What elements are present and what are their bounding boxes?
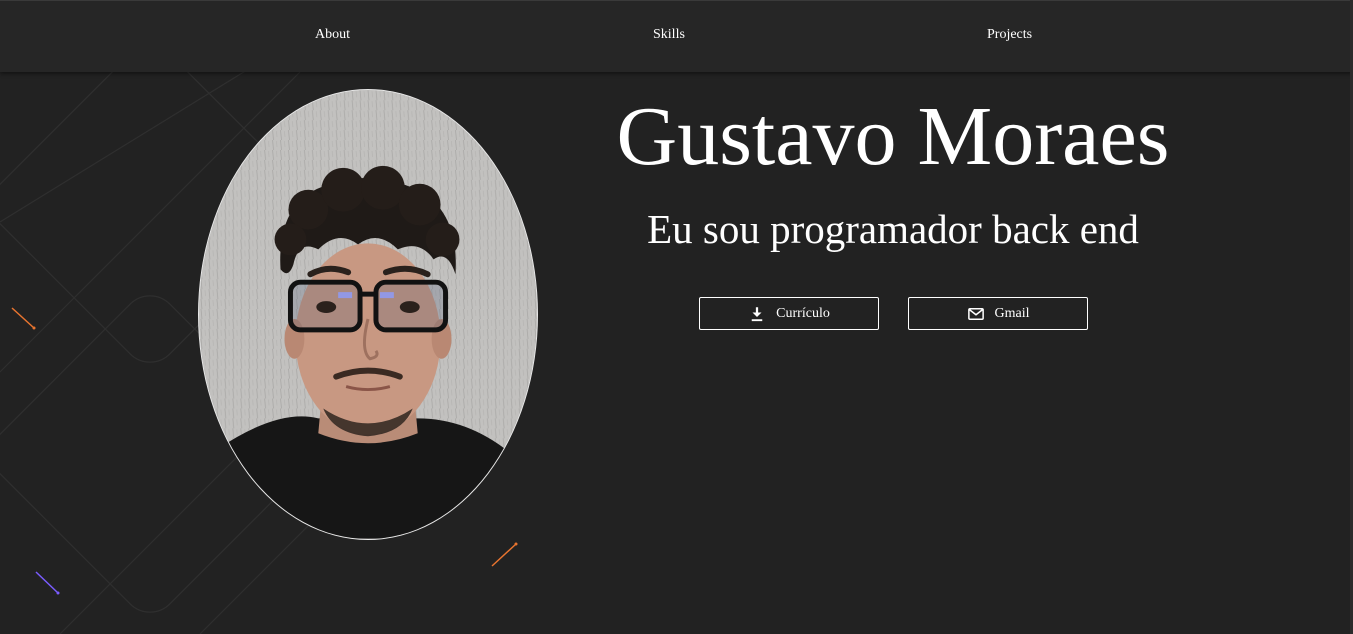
top-navbar: About Skills Projects [0,0,1353,72]
profile-photo [198,89,538,540]
nav-link-projects[interactable]: Projects [987,27,1032,43]
portfolio-page: About Skills Projects Gustavo Moraes Eu … [0,0,1353,634]
nav-link-about[interactable]: About [315,27,350,43]
gmail-button[interactable]: Gmail [908,297,1088,330]
portrait-illustration [199,90,537,539]
mail-icon [967,305,985,323]
download-icon [748,305,766,323]
resume-button-label: Currículo [776,305,830,321]
gmail-button-label: Gmail [994,305,1030,321]
resume-download-button[interactable]: Currículo [699,297,879,330]
hero-name: Gustavo Moraes [616,90,1170,183]
hero-subtitle: Eu sou programador back end [647,206,1139,252]
nav-link-skills[interactable]: Skills [653,27,685,43]
